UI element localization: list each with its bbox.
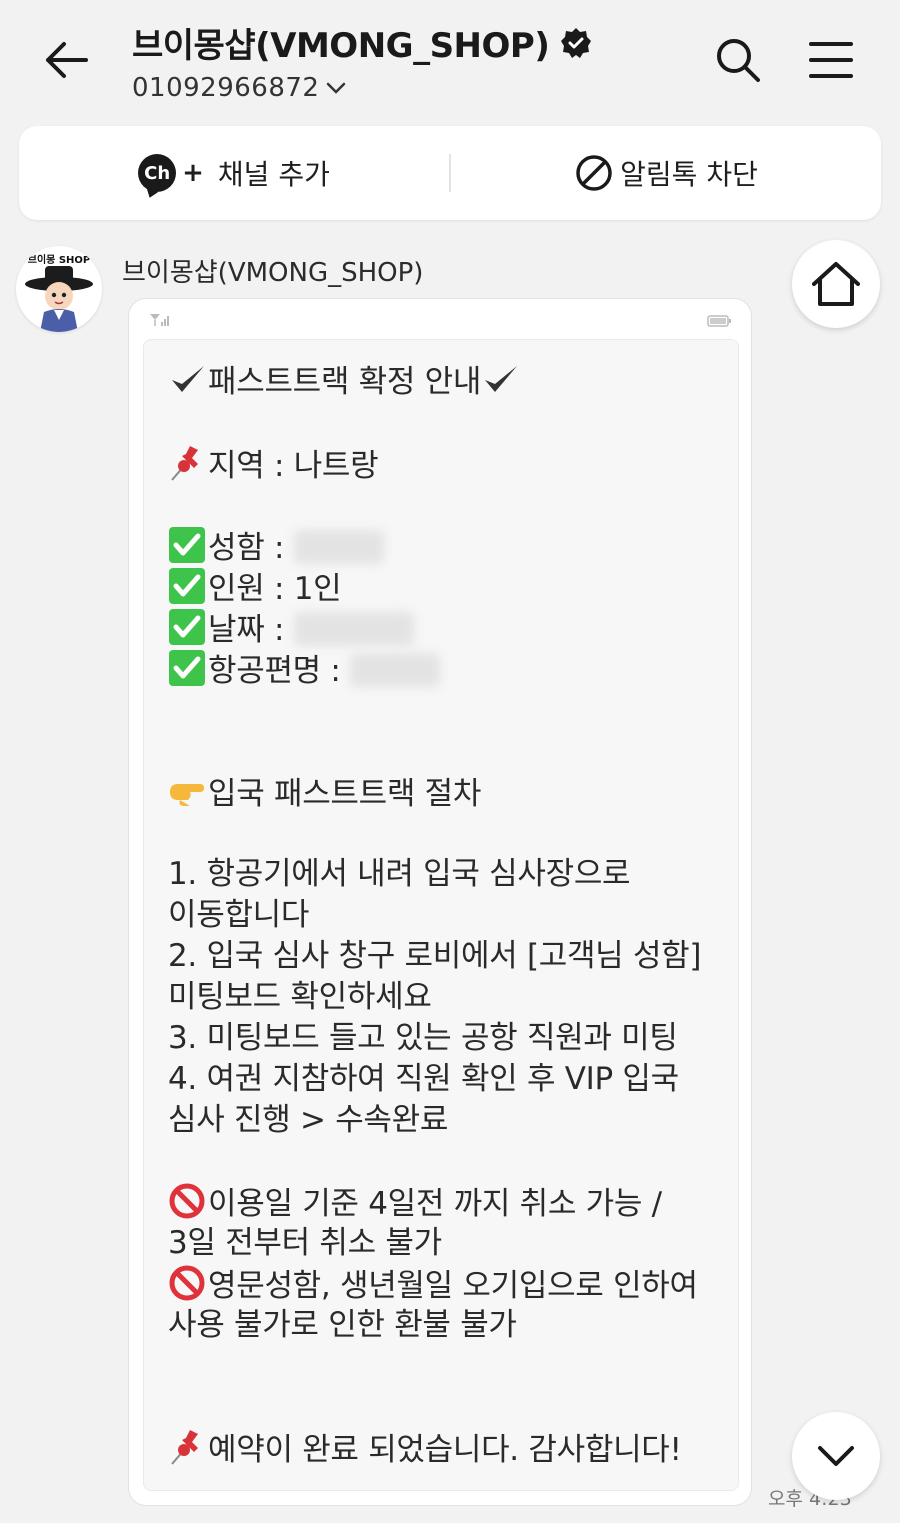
prohibited-icon [169,1183,205,1219]
verified-badge-icon [561,27,592,58]
procedure-title-text: 입국 패스트트랙 절차 [208,776,482,812]
step-line: 심사 진행 > 수속완료 [168,1102,449,1138]
date-line: 날짜 : [168,608,414,650]
pushpin-icon [171,446,198,481]
home-icon [812,262,860,306]
channel-avatar[interactable]: 브이몽 SHOP [16,246,102,332]
cancel-notice-line: 3일 전부터 취소 불가 [168,1225,442,1261]
mock-phone-status [129,299,751,339]
battery-icon [707,315,731,327]
green-check-icon [169,650,205,686]
step-line: 1. 항공기에서 내려 입국 심사장으로 [168,856,631,892]
back-arrow-icon[interactable] [36,30,96,90]
region-line: 지역 : 나트랑 [168,444,379,486]
block-alert-button[interactable]: 알림톡 차단 [451,126,881,220]
redacted-date [293,612,414,646]
chevron-down-icon [327,82,346,94]
avatar-logo-text: 브이몽 SHOP [28,253,90,266]
phone-number-dropdown[interactable]: 01092966872 [132,73,593,103]
heading-text: 패스트트랙 확정 안내 [208,364,482,400]
chevron-down-icon [818,1446,854,1466]
signal-icon [150,314,169,326]
home-button[interactable] [792,240,880,328]
block-alert-label: 알림톡 차단 [620,158,758,191]
search-icon[interactable] [708,30,768,90]
date-label: 날짜 : [208,612,285,648]
cancel-notice-text: 이용일 기준 4일전 까지 취소 가능 / [208,1186,662,1222]
channel-badge-icon: Ch [138,154,177,192]
check-mark-icon [485,366,518,392]
pointing-hand-icon [170,784,204,806]
refund-notice-text: 영문성함, 생년월일 오기입으로 인하여 [208,1268,698,1304]
check-mark-icon [172,366,204,392]
flight-line: 항공편명 : [168,649,441,691]
add-channel-button[interactable]: Ch + 채널 추가 [19,126,449,220]
closing-text: 예약이 완료 되었습니다. 감사합니다! [208,1432,682,1468]
green-check-icon [169,568,205,604]
pushpin-icon [171,1430,198,1465]
add-channel-label: 채널 추가 [217,158,330,191]
channel-action-card: Ch + 채널 추가 알림톡 차단 [19,126,881,220]
chat-header[interactable]: 브이몽샵(VMONG_SHOP) 01092966872 [132,18,593,103]
flight-label: 항공편명 : [208,653,341,689]
redacted-name [293,530,384,564]
green-check-icon [169,527,205,563]
prohibited-icon [169,1265,205,1301]
channel-title: 브이몽샵(VMONG_SHOP) [132,18,593,67]
name-label: 성함 : [208,530,285,566]
sender-name: 브이몽샵(VMONG_SHOP) [122,258,424,288]
channel-name: 브이몽샵(VMONG_SHOP) [132,26,550,66]
step-line: 3. 미팅보드 들고 있는 공항 직원과 미팅 [168,1020,678,1056]
menu-icon[interactable] [800,30,862,90]
refund-notice-line: 사용 불가로 인한 환불 불가 [168,1307,517,1343]
message-heading: 패스트트랙 확정 안내 [168,360,521,402]
step-line: 미팅보드 확인하세요 [168,979,432,1015]
message-bubble: 패스트트랙 확정 안내 지역 : 나트랑 성함 : 인원 : 1인 날짜 : 항… [128,298,752,1506]
closing-line: 예약이 완료 되었습니다. 감사합니다! [168,1428,682,1470]
people-text: 인원 : 1인 [208,571,342,607]
cancel-notice-line: 이용일 기준 4일전 까지 취소 가능 / [168,1182,662,1224]
block-icon [576,155,612,191]
people-line: 인원 : 1인 [168,567,342,609]
plus-icon: + [182,158,204,188]
step-line: 이동합니다 [168,897,310,933]
phone-number: 01092966872 [132,73,320,103]
procedure-title: 입국 패스트트랙 절차 [168,772,481,814]
step-line: 4. 여권 지참하여 직원 확인 후 VIP 입국 [168,1061,679,1097]
top-bar: 브이몽샵(VMONG_SHOP) 01092966872 [0,0,900,118]
green-check-icon [169,609,205,645]
step-line: 2. 입국 심사 창구 로비에서 [고객님 성함] [168,938,702,974]
refund-notice-line: 영문성함, 생년월일 오기입으로 인하여 [168,1264,698,1306]
redacted-flight [350,653,441,687]
message-content: 패스트트랙 확정 안내 지역 : 나트랑 성함 : 인원 : 1인 날짜 : 항… [143,339,739,1491]
name-line: 성함 : [168,526,384,568]
scroll-down-button[interactable] [792,1412,880,1500]
region-text: 지역 : 나트랑 [208,448,379,484]
